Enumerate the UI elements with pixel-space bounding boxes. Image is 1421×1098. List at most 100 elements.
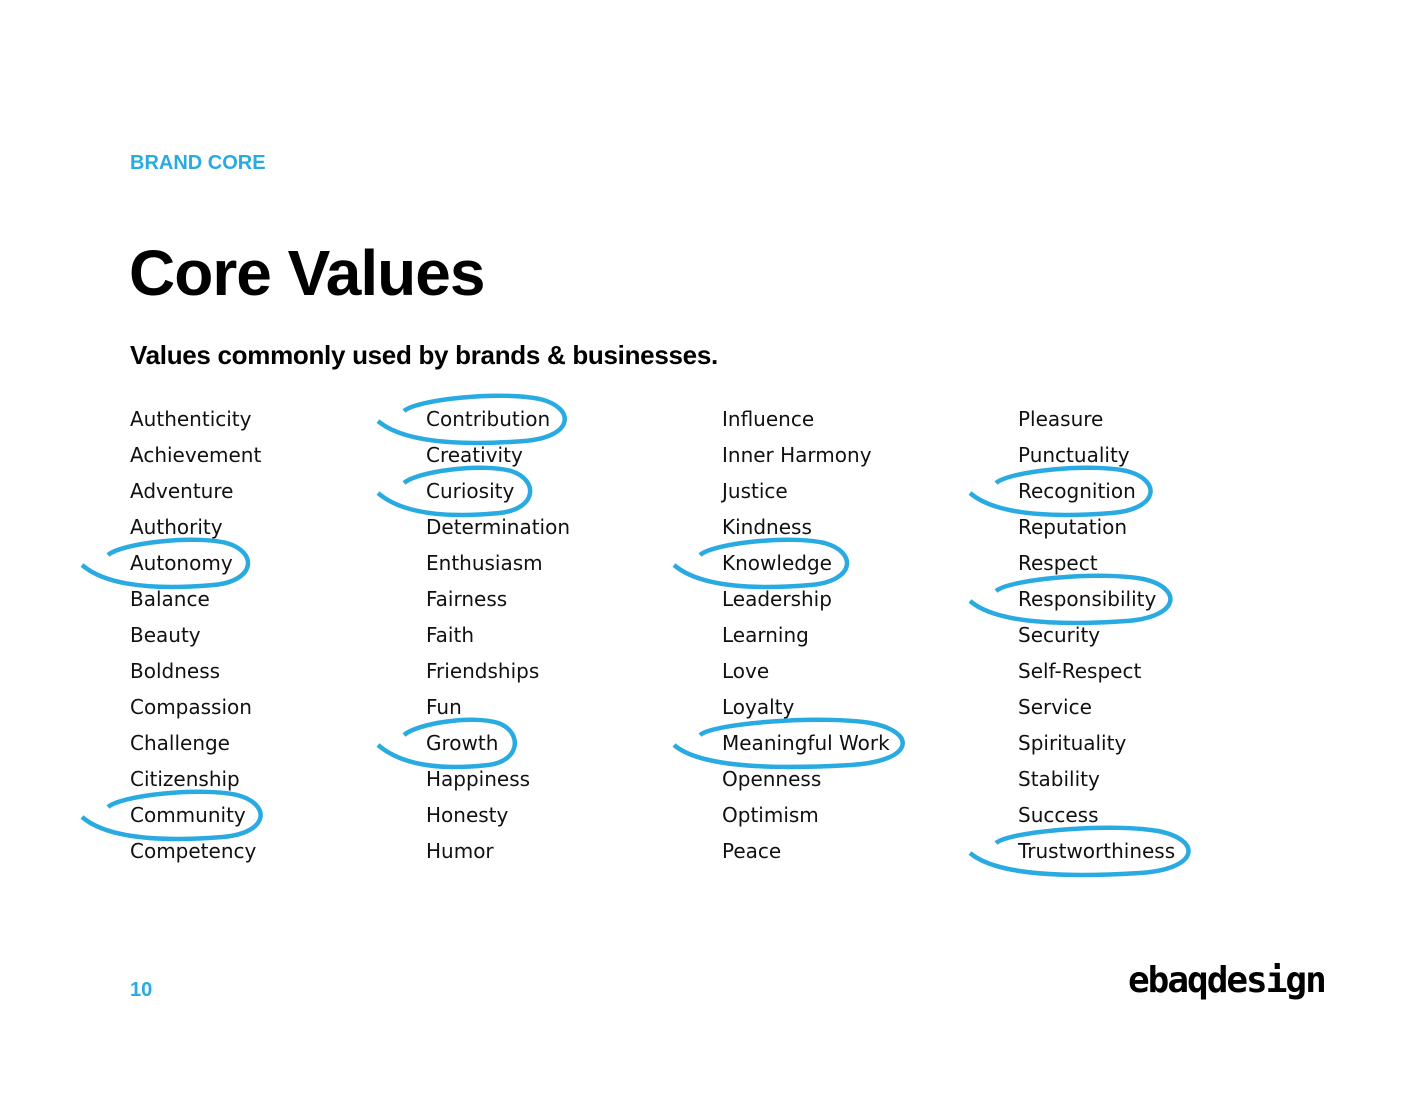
- values-column: Influence Inner Harmony Justice Kindness Kno…: [722, 403, 890, 871]
- value-item: Humor: [426, 835, 570, 871]
- value-label: Enthusiasm: [426, 551, 543, 575]
- value-label: Humor: [426, 839, 494, 863]
- value-label: Community: [130, 803, 246, 827]
- value-item: Justice: [722, 475, 890, 511]
- value-item: Optimism: [722, 799, 890, 835]
- value-label: Creativity: [426, 443, 523, 467]
- value-item: Adventure: [130, 475, 261, 511]
- values-column: Authenticity Achievement Adventure Authorit…: [130, 403, 261, 871]
- value-item: Challenge: [130, 727, 261, 763]
- value-item: Determination: [426, 511, 570, 547]
- value-label: Citizenship: [130, 767, 240, 791]
- value-label: Justice: [722, 479, 788, 503]
- value-label: Optimism: [722, 803, 819, 827]
- value-item: Stability: [1018, 763, 1175, 799]
- value-label: Growth: [426, 731, 499, 755]
- value-label: Fairness: [426, 587, 508, 611]
- value-label: Curiosity: [426, 479, 515, 503]
- value-label: Success: [1018, 803, 1099, 827]
- value-item: Respect: [1018, 547, 1175, 583]
- value-label: Responsibility: [1018, 587, 1157, 611]
- value-label: Balance: [130, 587, 210, 611]
- value-item: Punctuality: [1018, 439, 1175, 475]
- values-column: Pleasure Punctuality Recognition Reputation…: [1018, 403, 1175, 871]
- value-item: Curiosity: [426, 475, 570, 511]
- value-item: Learning: [722, 619, 890, 655]
- value-label: Spirituality: [1018, 731, 1127, 755]
- value-label: Inner Harmony: [722, 443, 872, 467]
- value-item: Achievement: [130, 439, 261, 475]
- value-item: Responsibility: [1018, 583, 1175, 619]
- value-item: Openness: [722, 763, 890, 799]
- value-item: Enthusiasm: [426, 547, 570, 583]
- value-label: Boldness: [130, 659, 221, 683]
- values-column: Contribution Creativity Curiosity Determina…: [426, 403, 570, 871]
- value-label: Authority: [130, 515, 223, 539]
- value-item: Autonomy: [130, 547, 261, 583]
- value-item: Inner Harmony: [722, 439, 890, 475]
- value-item: Balance: [130, 583, 261, 619]
- value-item: Happiness: [426, 763, 570, 799]
- section-eyebrow: BRAND CORE: [130, 152, 266, 174]
- value-label: Achievement: [130, 443, 262, 467]
- value-label: Kindness: [722, 515, 812, 539]
- value-item: Community: [130, 799, 261, 835]
- value-item: Contribution: [426, 403, 570, 439]
- value-item: Creativity: [426, 439, 570, 475]
- value-item: Fairness: [426, 583, 570, 619]
- value-label: Competency: [130, 839, 257, 863]
- value-item: Knowledge: [722, 547, 890, 583]
- value-item: Honesty: [426, 799, 570, 835]
- value-item: Authority: [130, 511, 261, 547]
- value-item: Compassion: [130, 691, 261, 727]
- brand-logo: ebaqdesign: [1128, 960, 1327, 1001]
- value-item: Authenticity: [130, 403, 261, 439]
- page-subtitle: Values commonly used by brands & busines…: [130, 340, 718, 370]
- value-label: Friendships: [426, 659, 540, 683]
- value-item: Friendships: [426, 655, 570, 691]
- value-item: Success: [1018, 799, 1175, 835]
- value-label: Autonomy: [130, 551, 233, 575]
- value-item: Recognition: [1018, 475, 1175, 511]
- value-label: Pleasure: [1018, 407, 1104, 431]
- value-item: Peace: [722, 835, 890, 871]
- value-label: Contribution: [426, 407, 551, 431]
- value-item: Spirituality: [1018, 727, 1175, 763]
- value-item: Fun: [426, 691, 570, 727]
- value-label: Determination: [426, 515, 571, 539]
- value-item: Love: [722, 655, 890, 691]
- value-label: Security: [1018, 623, 1101, 647]
- value-item: Faith: [426, 619, 570, 655]
- value-label: Challenge: [130, 731, 230, 755]
- value-label: Meaningful Work: [722, 731, 890, 755]
- value-item: Pleasure: [1018, 403, 1175, 439]
- value-label: Adventure: [130, 479, 234, 503]
- value-label: Loyalty: [722, 695, 795, 719]
- value-label: Recognition: [1018, 479, 1136, 503]
- value-label: Openness: [722, 767, 822, 791]
- value-item: Leadership: [722, 583, 890, 619]
- value-item: Beauty: [130, 619, 261, 655]
- value-label: Love: [722, 659, 770, 683]
- value-label: Trustworthiness: [1018, 839, 1176, 863]
- value-item: Trustworthiness: [1018, 835, 1175, 871]
- value-item: Reputation: [1018, 511, 1175, 547]
- value-item: Growth: [426, 727, 570, 763]
- value-label: Beauty: [130, 623, 201, 647]
- value-label: Compassion: [130, 695, 252, 719]
- value-item: Competency: [130, 835, 261, 871]
- value-label: Self-Respect: [1018, 659, 1142, 683]
- value-label: Influence: [722, 407, 815, 431]
- page-title: Core Values: [129, 237, 485, 309]
- value-item: Kindness: [722, 511, 890, 547]
- value-label: Punctuality: [1018, 443, 1130, 467]
- value-label: Happiness: [426, 767, 531, 791]
- value-label: Respect: [1018, 551, 1098, 575]
- value-label: Reputation: [1018, 515, 1128, 539]
- value-label: Fun: [426, 695, 462, 719]
- value-item: Meaningful Work: [722, 727, 890, 763]
- value-item: Service: [1018, 691, 1175, 727]
- value-item: Loyalty: [722, 691, 890, 727]
- value-item: Security: [1018, 619, 1175, 655]
- value-label: Learning: [722, 623, 809, 647]
